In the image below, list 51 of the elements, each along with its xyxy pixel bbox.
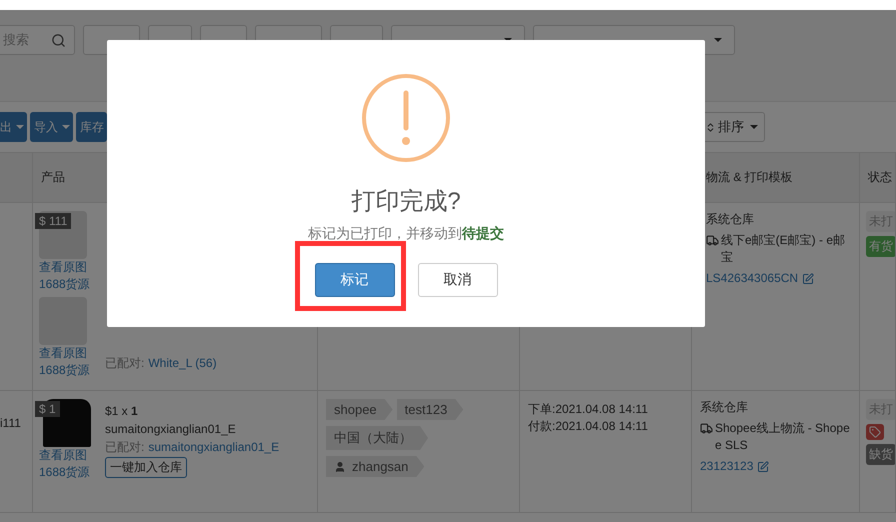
caret-icon	[62, 125, 70, 129]
search-icon	[51, 32, 66, 48]
status-badge: 缺货	[866, 444, 895, 465]
price-badge: $ 1	[35, 401, 60, 417]
edit-icon[interactable]	[757, 460, 770, 472]
tracking-link[interactable]: 23123123	[700, 458, 754, 475]
status-badge: 有货	[866, 236, 895, 257]
time-text: 下单:2021.04.08 14:11	[528, 401, 649, 418]
edit-icon[interactable]	[802, 272, 814, 284]
paired-sku-link[interactable]: sumaitongxianglian01_E	[148, 439, 280, 456]
caret-icon	[750, 125, 758, 129]
sort-icon	[705, 122, 716, 132]
tracking-link[interactable]: LS426343065CN	[706, 270, 798, 287]
toolbar-button[interactable]: 库存	[76, 112, 107, 142]
cancel-button[interactable]: 取消	[418, 263, 498, 297]
sku-text: sumaitongxianglian01_E	[105, 421, 237, 438]
paired-label: 已配对:	[105, 439, 144, 456]
view-image-link[interactable]: 查看原图	[39, 259, 97, 276]
paired-label: 已配对:	[105, 355, 144, 372]
source-link[interactable]: 1688货源	[39, 362, 97, 379]
warehouse-text: 系统仓库	[706, 211, 755, 228]
caret-icon	[16, 125, 24, 129]
column-header: 状态	[860, 153, 896, 203]
truck-icon	[706, 234, 719, 247]
toolbar-button[interactable]: 导入	[30, 112, 73, 142]
price-text: $1 x 1	[105, 403, 139, 420]
view-image-link[interactable]: 查看原图	[39, 345, 97, 362]
carrier-text: Shopee线上物流 - Shopee SLS	[715, 420, 851, 454]
paired-sku-link[interactable]: White_L (56)	[148, 355, 217, 372]
region-label: 中国（大陆）	[326, 426, 428, 450]
dialog-title: 打印完成?	[351, 187, 461, 217]
tag-label: test123	[396, 399, 464, 420]
price-badge: $ 111	[35, 213, 72, 229]
truck-icon	[700, 422, 713, 435]
tag-label: shopee	[326, 399, 393, 420]
user-label: zhangsan	[326, 456, 424, 477]
user-icon	[334, 460, 346, 472]
source-link[interactable]: 1688货源	[39, 464, 97, 481]
carrier-text: 线下e邮宝(E邮宝) - e邮宝	[721, 232, 846, 266]
mark-button[interactable]: 标记	[314, 263, 394, 297]
order-id-text: i111	[0, 415, 22, 432]
warehouse-text: 系统仓库	[700, 399, 749, 416]
caret-icon	[714, 38, 722, 42]
dialog-message: 标记为已打印，并移动到待提交	[308, 225, 504, 243]
time-text: 付款:2021.04.08 14:11	[528, 418, 649, 435]
source-link[interactable]: 1688货源	[39, 276, 97, 293]
toolbar-button[interactable]: 出	[0, 112, 27, 142]
add-to-warehouse-button[interactable]: 一键加入仓库	[105, 457, 187, 478]
view-image-link[interactable]: 查看原图	[39, 447, 97, 464]
warning-icon	[361, 73, 451, 163]
tag-icon	[869, 426, 881, 438]
